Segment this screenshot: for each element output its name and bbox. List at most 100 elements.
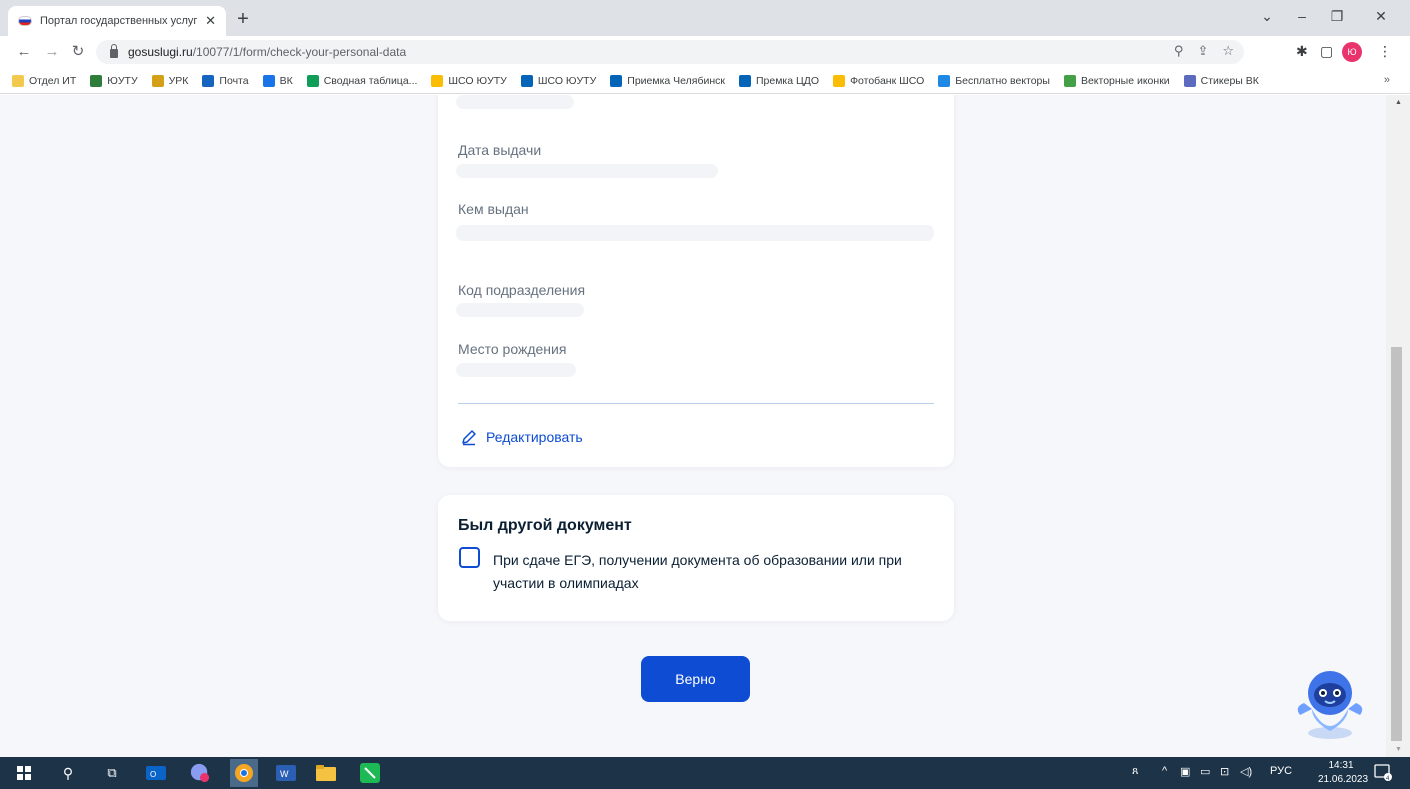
menu-kebab-icon[interactable]: ⋮ bbox=[1378, 43, 1392, 60]
scroll-thumb[interactable] bbox=[1391, 347, 1402, 741]
university-icon bbox=[90, 74, 103, 87]
vk-icon bbox=[262, 74, 275, 87]
extensions-puzzle-icon[interactable]: ✱ bbox=[1296, 43, 1308, 60]
tab-search-icon[interactable]: ⌄ bbox=[1252, 8, 1282, 25]
bookmark-item[interactable]: УРК bbox=[151, 74, 189, 87]
windows-start-icon[interactable] bbox=[14, 763, 34, 783]
assistant-robot-icon[interactable] bbox=[1290, 663, 1370, 743]
bookmarks-overflow-button[interactable]: » bbox=[1384, 74, 1390, 86]
vertical-scrollbar[interactable]: ▲ ▼ bbox=[1386, 95, 1410, 757]
bookmark-item[interactable]: ВК bbox=[262, 74, 293, 87]
language-indicator[interactable]: РУС bbox=[1270, 765, 1292, 777]
outlook-icon[interactable]: O bbox=[146, 763, 166, 783]
bookmark-label: Стикеры ВК bbox=[1200, 74, 1259, 87]
svg-text:W: W bbox=[280, 769, 289, 779]
sheets-icon bbox=[306, 74, 319, 87]
word-icon[interactable]: W bbox=[276, 763, 296, 783]
minimize-button[interactable]: – bbox=[1287, 8, 1317, 24]
close-window-button[interactable]: ✕ bbox=[1366, 8, 1396, 25]
windows-taskbar: ⚲ ⧉ O W ጸ ^ ▣ ▭ ⊡ ◁) РУС 14:31 21.06.202… bbox=[0, 757, 1410, 789]
browser-tab-active[interactable]: Портал государственных услуг ✕ bbox=[8, 6, 226, 36]
task-view-icon[interactable]: ⧉ bbox=[102, 763, 122, 783]
issue-date-label: Дата выдачи bbox=[458, 142, 542, 158]
folder-icon bbox=[12, 74, 24, 87]
bookmark-item[interactable]: Бесплатно векторы bbox=[938, 74, 1050, 87]
bookmark-item[interactable]: Сводная таблица... bbox=[306, 74, 417, 87]
confirm-button[interactable]: Верно bbox=[641, 656, 750, 702]
show-hidden-icons-icon[interactable]: ^ bbox=[1162, 765, 1167, 777]
search-icon[interactable]: ⚲ bbox=[58, 763, 78, 783]
bookmark-label: Бесплатно векторы bbox=[955, 74, 1050, 87]
divider bbox=[458, 403, 934, 404]
bookmark-item[interactable]: Премка ЦДО bbox=[738, 74, 820, 87]
antivirus-icon[interactable]: ▣ bbox=[1180, 765, 1190, 778]
address-bar[interactable]: gosuslugi.ru /10077/1/form/check-your-pe… bbox=[96, 40, 1244, 64]
bookmark-star-icon[interactable]: ☆ bbox=[1222, 43, 1234, 59]
bookmark-label: Почта bbox=[219, 74, 249, 87]
bookmark-item[interactable]: Отдел ИТ bbox=[12, 74, 76, 87]
redacted-value bbox=[456, 95, 574, 109]
drive-icon bbox=[833, 74, 846, 87]
bookmark-item[interactable]: ШСО ЮУТУ bbox=[520, 74, 597, 87]
bookmark-item[interactable]: ШСО ЮУТУ bbox=[431, 74, 507, 87]
volume-icon[interactable]: ◁) bbox=[1240, 765, 1252, 778]
side-panel-icon[interactable]: ▢ bbox=[1320, 43, 1333, 60]
reload-icon[interactable]: ↻ bbox=[68, 42, 88, 62]
mail-icon bbox=[202, 74, 215, 87]
profile-avatar[interactable]: Ю bbox=[1342, 42, 1362, 62]
system-clock[interactable]: 14:31 21.06.2023 bbox=[1318, 759, 1369, 787]
redacted-issued-by bbox=[456, 225, 934, 241]
page-viewport: Дата выдачи Кем выдан Код подразделения … bbox=[0, 95, 1386, 757]
app-green-icon[interactable] bbox=[360, 763, 380, 783]
bookmarks-bar: Отдел ИТ ЮУТУ УРК Почта ВК Сводная таблица...… bbox=[0, 68, 1410, 94]
bookmark-item[interactable]: ЮУТУ bbox=[90, 74, 138, 87]
redacted-division-code bbox=[456, 303, 584, 317]
share-icon[interactable]: ⇪ bbox=[1197, 43, 1208, 59]
onedrive-icon bbox=[610, 74, 623, 87]
forward-arrow-icon[interactable]: → bbox=[42, 42, 62, 62]
edit-link[interactable]: Редактировать bbox=[460, 428, 583, 446]
url-host: gosuslugi.ru bbox=[128, 45, 193, 59]
passport-card: Дата выдачи Кем выдан Код подразделения … bbox=[438, 95, 954, 467]
bookmark-item[interactable]: Стикеры ВК bbox=[1183, 74, 1259, 87]
drive-icon bbox=[431, 74, 444, 87]
onedrive-icon bbox=[738, 74, 751, 87]
vk-stickers-icon bbox=[1183, 74, 1196, 87]
bookmark-label: ЮУТУ bbox=[107, 74, 138, 87]
russian-flag-icon bbox=[18, 16, 32, 26]
bookmark-label: Премка ЦДО bbox=[755, 74, 820, 87]
bookmark-item[interactable]: Фотобанк ШСО bbox=[833, 74, 924, 87]
action-center-icon[interactable]: 4 bbox=[1374, 763, 1392, 784]
edit-label: Редактировать bbox=[486, 429, 583, 445]
pencil-icon bbox=[462, 430, 476, 446]
bookmark-label: ШСО ЮУТУ bbox=[537, 74, 597, 87]
bookmark-label: ШСО ЮУТУ bbox=[448, 74, 507, 87]
zoom-icon[interactable]: ⚲ bbox=[1174, 43, 1184, 59]
bookmark-item[interactable]: Почта bbox=[202, 74, 249, 87]
bookmark-item[interactable]: Векторные иконки bbox=[1063, 74, 1170, 87]
battery-icon[interactable]: ▭ bbox=[1200, 765, 1210, 778]
network-icon[interactable]: ⊡ bbox=[1220, 765, 1229, 778]
redacted-birthplace bbox=[456, 363, 576, 377]
clock-date: 21.06.2023 bbox=[1318, 774, 1369, 785]
bookmark-item[interactable]: Приемка Челябинск bbox=[610, 74, 725, 87]
back-arrow-icon[interactable]: ← bbox=[14, 42, 34, 62]
new-tab-button[interactable]: + bbox=[232, 8, 254, 30]
people-icon[interactable]: ጸ bbox=[1132, 765, 1138, 778]
file-explorer-icon[interactable] bbox=[316, 763, 336, 783]
messenger-icon[interactable] bbox=[190, 763, 210, 783]
tab-close-icon[interactable]: ✕ bbox=[205, 13, 216, 29]
scroll-down-arrow-icon[interactable]: ▼ bbox=[1395, 746, 1402, 753]
onedrive-icon bbox=[520, 74, 533, 87]
bookmark-label: УРК bbox=[168, 74, 189, 87]
scroll-up-arrow-icon[interactable]: ▲ bbox=[1395, 99, 1402, 106]
bookmark-label: Приемка Челябинск bbox=[627, 74, 725, 87]
restore-button[interactable]: ❐ bbox=[1322, 8, 1352, 25]
other-document-checkbox-label[interactable]: При сдаче ЕГЭ, получении документа об об… bbox=[493, 549, 923, 595]
bookmark-label: ВК bbox=[279, 74, 293, 87]
browser-toolbar: ← → ↻ gosuslugi.ru /10077/1/form/check-y… bbox=[0, 36, 1410, 68]
chrome-active-icon[interactable] bbox=[230, 759, 258, 787]
tab-title: Портал государственных услуг bbox=[40, 15, 198, 27]
other-document-checkbox[interactable] bbox=[459, 547, 480, 568]
division-code-label: Код подразделения bbox=[458, 282, 586, 298]
